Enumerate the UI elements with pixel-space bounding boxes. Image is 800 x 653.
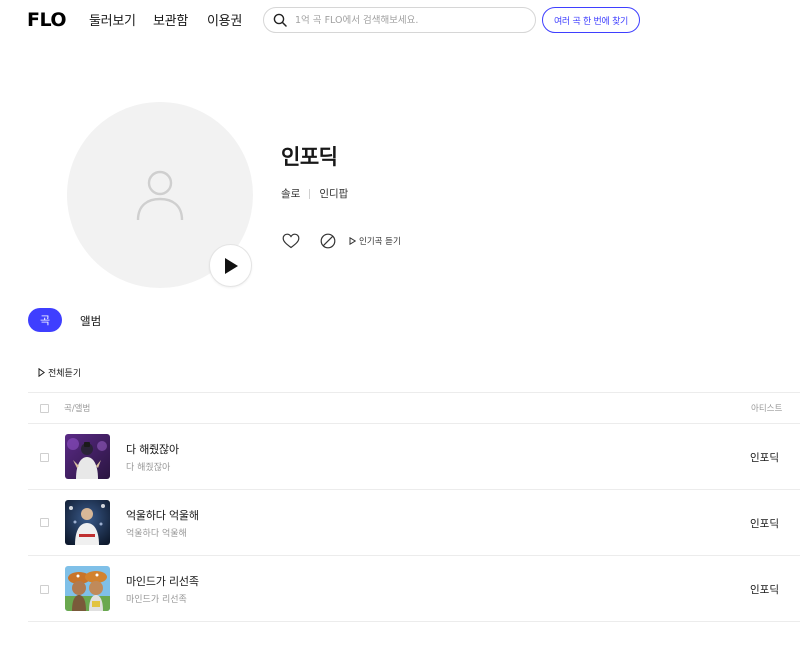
album-cover-image xyxy=(65,500,110,545)
play-triangle-icon xyxy=(349,237,356,245)
album-cover-image xyxy=(65,434,110,479)
divider xyxy=(28,555,800,556)
track-title[interactable]: 억울하다 억울해 xyxy=(126,507,199,523)
divider xyxy=(28,423,800,424)
nav-item-membership[interactable]: 이용권 xyxy=(207,10,242,29)
column-header-song-album: 곡/앨범 xyxy=(64,404,91,414)
tab-songs[interactable]: 곡 xyxy=(28,308,62,332)
track-title[interactable]: 마인드가 리선족 xyxy=(126,573,199,589)
popular-play-button[interactable]: 인기곡 듣기 xyxy=(349,235,401,247)
like-button[interactable] xyxy=(281,231,301,251)
block-icon xyxy=(320,233,336,249)
album-thumbnail[interactable] xyxy=(65,566,110,611)
track-checkbox[interactable] xyxy=(40,585,49,594)
header: FLO 둘러보기 보관함 이용권 여러 곡 한 번에 찾기 xyxy=(0,0,800,40)
track-checkbox[interactable] xyxy=(40,518,49,527)
person-icon xyxy=(136,170,184,221)
select-all-checkbox[interactable] xyxy=(40,404,49,413)
track-artist[interactable]: 인포딕 xyxy=(750,582,779,597)
column-header-artist: 아티스트 xyxy=(751,404,783,414)
artist-play-button[interactable] xyxy=(209,244,252,287)
play-icon xyxy=(224,257,238,274)
play-all-button[interactable]: 전체듣기 xyxy=(38,366,81,379)
track-artist[interactable]: 인포딕 xyxy=(750,516,779,531)
block-button[interactable] xyxy=(318,231,338,251)
artist-meta: 솔로 인디팝 xyxy=(281,186,348,201)
artist-genre: 인디팝 xyxy=(319,188,349,200)
album-thumbnail[interactable] xyxy=(65,500,110,545)
heart-icon xyxy=(282,233,300,249)
divider xyxy=(28,621,800,622)
find-multiple-songs-button[interactable]: 여러 곡 한 번에 찾기 xyxy=(542,7,640,33)
artist-actions: 인기곡 듣기 xyxy=(281,231,401,251)
track-album[interactable]: 억울하다 억울해 xyxy=(126,526,187,539)
album-thumbnail[interactable] xyxy=(65,434,110,479)
track-album[interactable]: 마인드가 리선족 xyxy=(126,592,187,605)
search-input[interactable] xyxy=(295,14,515,26)
meta-divider xyxy=(309,188,311,199)
flo-logo[interactable]: FLO xyxy=(27,9,71,29)
divider xyxy=(28,392,800,393)
popular-play-label: 인기곡 듣기 xyxy=(359,237,401,247)
play-triangle-icon xyxy=(38,368,45,377)
tab-albums[interactable]: 앨범 xyxy=(80,313,101,329)
artist-type: 솔로 xyxy=(281,188,301,200)
search-icon[interactable] xyxy=(273,13,287,27)
divider xyxy=(28,489,800,490)
nav-item-library[interactable]: 보관함 xyxy=(153,10,188,29)
track-title[interactable]: 다 해줬잖아 xyxy=(126,441,179,457)
search-box xyxy=(263,7,536,33)
album-cover-image xyxy=(65,566,110,611)
svg-text:FLO: FLO xyxy=(27,9,66,29)
artist-name: 인포딕 xyxy=(281,145,338,169)
nav-item-browse[interactable]: 둘러보기 xyxy=(89,10,136,29)
track-artist[interactable]: 인포딕 xyxy=(750,450,779,465)
track-album[interactable]: 다 해줬잖아 xyxy=(126,460,170,473)
play-all-label: 전체듣기 xyxy=(48,369,82,379)
track-checkbox[interactable] xyxy=(40,453,49,462)
